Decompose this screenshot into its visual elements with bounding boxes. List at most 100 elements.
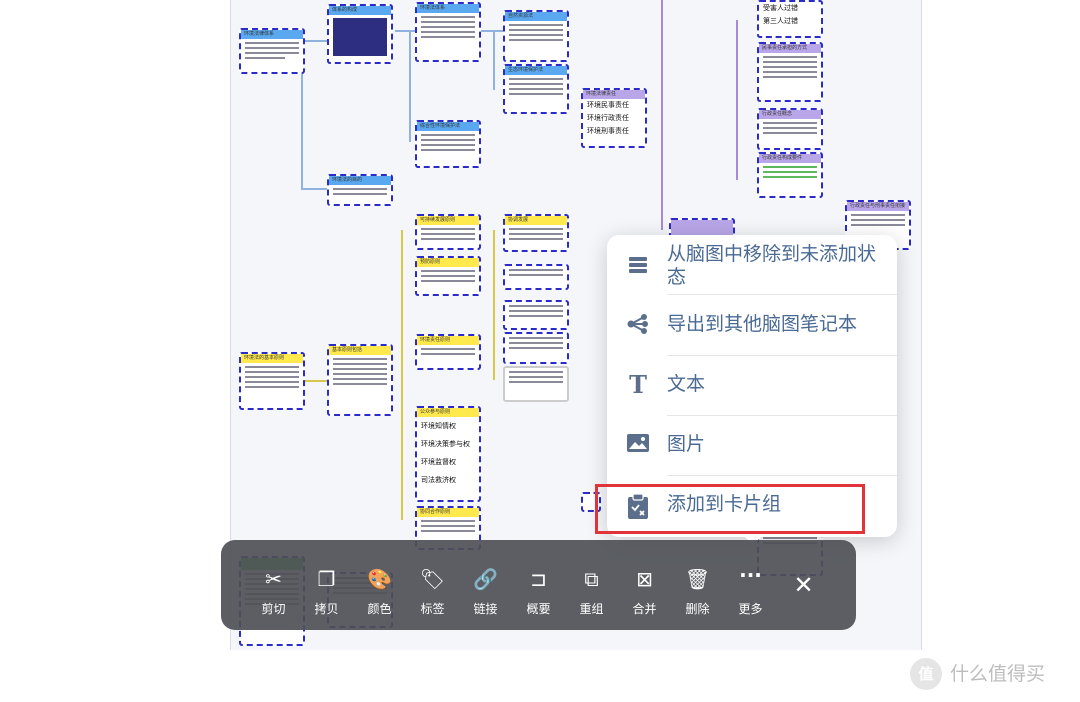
node-title: 环境法的目的 [329, 176, 391, 185]
connector [493, 230, 495, 380]
toolbar-label: 颜色 [367, 602, 392, 616]
mindmap-node[interactable]: 公众参与原则 环境知情权 环境决策参与权 环境监督权 司法救济权 [415, 406, 481, 502]
mindmap-node[interactable] [503, 366, 569, 402]
mindmap-node[interactable]: 环境法的基本原则 [239, 352, 305, 410]
copy-button[interactable]: ❐ 拷贝 [300, 540, 353, 630]
node-text: 第三人过错 [763, 17, 798, 25]
connector [493, 30, 495, 90]
node-title: 预防原则 [417, 258, 479, 267]
mindmap-node[interactable]: 环境法律体系 [239, 28, 305, 74]
reorganize-icon: ⧉ [584, 567, 599, 591]
mindmap-node[interactable]: 体系的构成 [327, 4, 393, 64]
node-title: 民事责任承担的方式 [759, 44, 821, 53]
mindmap-node[interactable]: 预防原则 [415, 256, 481, 296]
connector [661, 0, 663, 230]
mindmap-node[interactable]: 行政责任构成要件 [757, 152, 823, 198]
selection-toolbar: ✂ 剪切 ❐ 拷贝 🎨 颜色 🏷 标签 🔗 链接 ⊐ 概要 ⧉ 重组 ⊠ 合并 … [221, 540, 856, 630]
mindmap-node[interactable]: 环境法的目的 [327, 174, 393, 206]
toolbar-label: 剪切 [261, 602, 286, 616]
toolbar-label: 链接 [473, 602, 498, 616]
node-text: 环境知情权 [421, 422, 456, 430]
menu-item-export[interactable]: 导出到其他脑图笔记本 [607, 295, 897, 355]
watermark-logo: 值 [910, 658, 942, 690]
connector [395, 30, 417, 32]
node-title: 行政责任构成要件 [759, 154, 821, 163]
node-title: 行政责任与刑事责任衔接 [847, 202, 909, 211]
mindmap-node[interactable] [503, 300, 569, 330]
node-title: 环境法律体系 [241, 30, 303, 39]
share-icon [625, 312, 651, 338]
node-title: 环境责任原则 [417, 336, 479, 345]
mindmap-node[interactable]: 基本原则包括 [327, 344, 393, 416]
merge-button[interactable]: ⊠ 合并 [618, 540, 671, 630]
node-text: 环境监督权 [421, 458, 456, 466]
mindmap-node[interactable]: 自然资源法 [503, 10, 569, 62]
copy-icon: ❐ [317, 567, 336, 591]
node-title: 可持续发展原则 [417, 216, 479, 225]
watermark: 值 什么值得买 [910, 656, 1075, 696]
menu-item-label: 导出到其他脑图笔记本 [667, 313, 858, 335]
toolbar-label: 更多 [738, 602, 763, 616]
cut-button[interactable]: ✂ 剪切 [247, 540, 300, 630]
palette-icon: 🎨 [367, 567, 392, 591]
node-text: 环境刑事责任 [587, 127, 629, 135]
connector [401, 230, 403, 520]
mindmap-node[interactable]: 民事责任承担的方式 [757, 42, 823, 102]
trash-icon: 🗑 [684, 567, 711, 591]
node-title: 环境法的基本原则 [241, 354, 303, 363]
color-button[interactable]: 🎨 颜色 [353, 540, 406, 630]
tag-button[interactable]: 🏷 标签 [406, 540, 459, 630]
watermark-text: 什么值得买 [950, 663, 1046, 685]
node-header [671, 220, 733, 236]
more-button[interactable]: ··· 更多 [724, 540, 777, 630]
link-icon: 🔗 [473, 567, 498, 591]
mindmap-node[interactable] [503, 332, 569, 364]
connector [481, 30, 503, 32]
menu-divider [667, 475, 897, 476]
highlight-box [595, 484, 865, 534]
menu-item-text[interactable]: T 文本 [607, 355, 897, 415]
connector [409, 30, 411, 142]
summary-icon: ⊐ [530, 567, 547, 591]
scissors-icon: ✂ [265, 567, 282, 591]
mindmap-node[interactable]: 生态环境保护法 [503, 64, 569, 114]
diagram-thumbnail [333, 18, 387, 56]
mindmap-node[interactable]: 环境责任原则 [415, 334, 481, 370]
connector [301, 40, 329, 42]
mindmap-node[interactable]: 环境法体系 [415, 2, 481, 62]
mindmap-node[interactable]: 受害人过错 第三人过错 [757, 0, 823, 38]
mindmap-node[interactable]: 可持续发展原则 [415, 214, 481, 250]
node-text: 司法救济权 [421, 476, 456, 484]
close-button[interactable]: ✕ [777, 540, 830, 630]
close-icon: ✕ [793, 571, 814, 599]
image-icon [625, 432, 651, 458]
node-text: 受害人过错 [763, 4, 798, 12]
menu-item-image[interactable]: 图片 [607, 415, 897, 475]
node-title: 生态环境保护法 [505, 66, 567, 75]
node-title: 基本原则包括 [329, 346, 391, 355]
node-title: 协调发展 [505, 216, 567, 225]
node-text: 环境决策参与权 [421, 440, 470, 448]
toolbar-label: 拷贝 [314, 602, 339, 616]
menu-item-remove-from-mindmap[interactable]: 从脑图中移除到未添加状态 [607, 237, 897, 297]
reorganize-button[interactable]: ⧉ 重组 [565, 540, 618, 630]
mindmap-node[interactable]: 环境法律责任 环境民事责任 环境行政责任 环境刑事责任 [581, 88, 647, 148]
node-text: 环境行政责任 [587, 114, 629, 122]
mindmap-node[interactable]: 协调发展 [503, 214, 569, 252]
toolbar-label: 重组 [579, 602, 604, 616]
mindmap-node[interactable]: 行政责任概念 [757, 108, 823, 150]
connector [736, 20, 738, 180]
menu-item-label: 文本 [667, 373, 706, 395]
mindmap-node[interactable] [503, 264, 569, 290]
node-title: 公众参与原则 [417, 408, 479, 417]
summary-button[interactable]: ⊐ 概要 [512, 540, 565, 630]
node-title: 自然资源法 [505, 12, 567, 21]
link-button[interactable]: 🔗 链接 [459, 540, 512, 630]
mindmap-node[interactable]: 综合性环境保护法 [415, 120, 481, 168]
toolbar-label: 概要 [526, 602, 551, 616]
delete-button[interactable]: 🗑 删除 [671, 540, 724, 630]
more-icon: ··· [739, 563, 762, 587]
node-title: 协同合作原则 [417, 508, 479, 517]
node-text: 环境民事责任 [587, 101, 629, 109]
text-icon: T [629, 370, 647, 399]
